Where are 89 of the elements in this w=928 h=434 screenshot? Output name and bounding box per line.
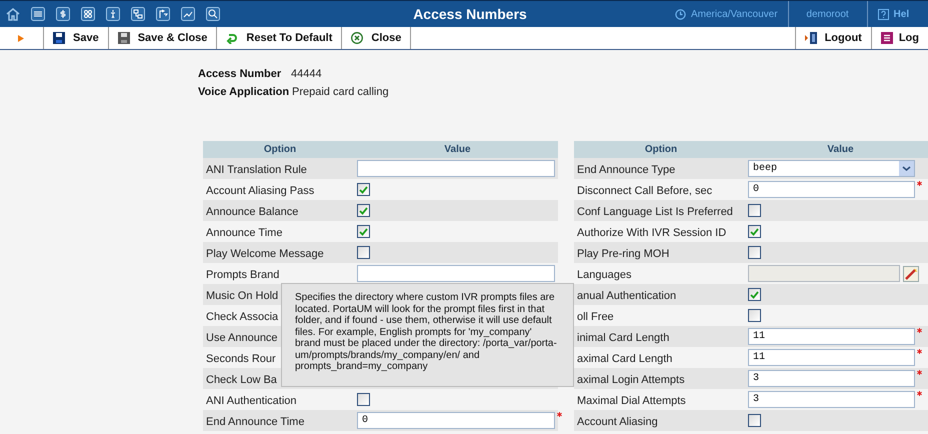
toolbar-icon[interactable]	[131, 7, 145, 21]
checkbox[interactable]	[748, 414, 761, 427]
checkbox[interactable]	[357, 246, 370, 259]
toolbar-icon[interactable]	[56, 7, 70, 21]
checkmark-icon	[359, 186, 368, 194]
option-label: aximal Login Attempts	[577, 374, 685, 386]
page-title: Access Numbers	[412, 4, 528, 24]
toolbar-button[interactable]: Save	[44, 27, 109, 49]
text-field[interactable]: 0	[748, 181, 915, 198]
option-label: Use Announce	[206, 332, 278, 344]
checkbox[interactable]	[748, 246, 761, 259]
username-link[interactable]: demoroot	[806, 6, 849, 22]
option-label: ANI Translation Rule	[206, 164, 307, 176]
toolbar-icon[interactable]	[206, 7, 220, 21]
checkmark-icon	[359, 206, 368, 214]
info-value: Prepaid card calling	[292, 85, 389, 100]
column-header: Option	[644, 143, 678, 157]
option-label: Announce Balance	[206, 206, 298, 218]
door-arrow-icon	[804, 32, 819, 44]
column-header: Value	[826, 143, 855, 157]
info-label: Voice Application	[198, 85, 290, 100]
info-label: Access Number	[198, 67, 282, 82]
option-label: Play Pre-ring MOH	[577, 248, 670, 260]
toolbar-button[interactable]: Save & Close	[108, 27, 218, 49]
option-label: inimal Card Length	[577, 332, 670, 344]
toolbar-icon[interactable]	[106, 7, 120, 21]
text-field[interactable]	[357, 265, 555, 282]
info-value: 44444	[291, 67, 322, 82]
option-label: oll Free	[577, 310, 614, 322]
toolbar-button[interactable]: Log	[870, 27, 928, 49]
column-header: Option	[262, 143, 298, 157]
curved-arrow-icon	[226, 32, 238, 44]
option-label: Account Aliasing Pass	[206, 184, 314, 196]
clock-icon	[675, 8, 686, 20]
text-field[interactable]: 0	[357, 412, 555, 429]
checkmark-icon	[359, 228, 368, 236]
dropdown-field[interactable]: beep	[748, 160, 915, 177]
checkbox[interactable]	[357, 225, 370, 238]
option-label: Check Low Ba	[206, 374, 277, 386]
chevron-down-icon	[899, 161, 914, 176]
option-label: Authorize With IVR Session ID	[577, 226, 726, 238]
text-field[interactable]	[357, 160, 555, 177]
magic-wand-icon[interactable]	[903, 266, 919, 282]
text-field[interactable]: 11	[748, 349, 915, 366]
option-label: Announce Time	[206, 226, 282, 238]
checkmark-icon	[750, 228, 759, 236]
toolbar-button[interactable]: Reset To Default	[217, 27, 342, 49]
option-label: Play Welcome Message	[206, 248, 324, 260]
option-label: aximal Card Length	[577, 352, 672, 364]
column-header: Value	[443, 143, 472, 157]
option-label: Disconnect Call Before, sec	[577, 184, 712, 196]
toolbar-button[interactable]: Close	[342, 27, 412, 49]
text-field[interactable]: 3	[748, 370, 915, 387]
option-label: Account Aliasing	[577, 416, 658, 428]
option-label: anual Authentication	[577, 290, 676, 302]
dropdown-value: beep	[753, 162, 778, 176]
option-label: Languages	[577, 268, 632, 280]
help-link[interactable]: Hel	[894, 6, 910, 22]
checkbox[interactable]	[748, 204, 761, 217]
option-label: Maximal Dial Attempts	[577, 394, 686, 406]
option-label: Music On Hold	[206, 290, 278, 302]
checkbox[interactable]	[748, 288, 761, 301]
checkbox[interactable]	[357, 183, 370, 196]
list-icon	[880, 32, 893, 44]
option-label: End Announce Type	[577, 164, 676, 176]
checkbox[interactable]	[357, 393, 370, 406]
toolbar-icon[interactable]	[181, 7, 195, 21]
toolbar-button[interactable]: Logout	[794, 27, 871, 49]
toolbar-icon[interactable]	[31, 7, 45, 21]
tooltip-text: Specifies the directory where custom IVR prompts files are located. PortaUM will look for the prompt files first in that folder, and if found - use them, otherwise it will use default files. For example, English prompts for 'my_company' brand must be placed under the directory: /porta_var/porta-um/prompts/brands/my_company/en/ and prompts_brand=my_company	[295, 292, 558, 372]
option-label: End Announce Time	[206, 416, 304, 428]
option-label: Check Associa	[206, 310, 278, 322]
checkmark-icon	[750, 290, 759, 298]
close-icon	[351, 32, 364, 44]
checkbox[interactable]	[357, 204, 370, 217]
text-field[interactable]: 11	[748, 328, 915, 345]
help-icon[interactable]	[878, 8, 889, 20]
play-icon	[18, 34, 24, 42]
option-label: ANI Authentication	[206, 394, 297, 406]
option-label: Conf Language List Is Preferred	[577, 206, 733, 218]
option-label: Prompts Brand	[206, 268, 280, 280]
home-icon[interactable]	[6, 7, 20, 21]
checkbox[interactable]	[748, 309, 761, 322]
checkbox[interactable]	[748, 225, 761, 238]
timezone-link[interactable]: America/Vancouver	[691, 6, 778, 22]
text-field[interactable]: 3	[748, 391, 915, 408]
option-label: Seconds Rour	[206, 352, 276, 364]
toolbar-icon[interactable]	[81, 7, 95, 21]
toolbar-icon[interactable]	[156, 7, 170, 21]
